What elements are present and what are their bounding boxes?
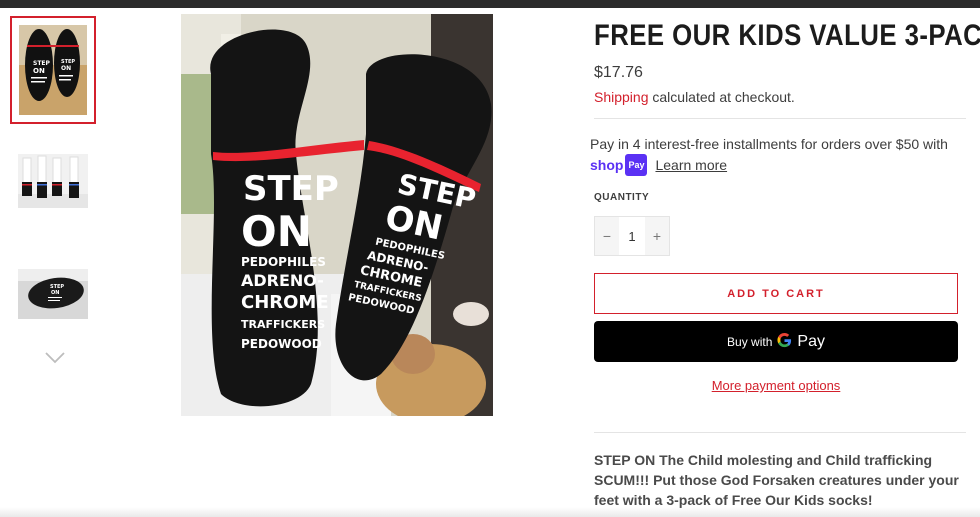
product-description: STEP ON The Child molesting and Child tr… (594, 452, 959, 508)
main-product-image[interactable]: STEP ON PEDOPHILES ADRENO- CHROME TRAFFI… (181, 14, 493, 416)
svg-text:ON: ON (33, 67, 45, 75)
quantity-increase-button[interactable]: + (645, 217, 669, 255)
more-payment-options-link[interactable]: More payment options (594, 378, 958, 393)
sock-print-line7: PEDOWOOD (241, 337, 322, 351)
bottom-edge (0, 507, 980, 517)
shop-pay-badge: Pay (625, 154, 648, 176)
quantity-decrease-button[interactable]: − (595, 217, 619, 255)
shop-pay-logo: shop Pay (590, 154, 648, 176)
divider (594, 118, 966, 119)
google-pay-button[interactable]: Buy with Pay (594, 321, 958, 362)
quantity-stepper: − + (594, 216, 670, 256)
shipping-note-text: calculated at checkout. (652, 89, 795, 105)
thumbnail-1-image: STEP ON STEP ON (19, 25, 87, 115)
sock-print-line2: ON (241, 207, 312, 256)
top-bar (0, 0, 980, 8)
quantity-label: QUANTITY (594, 192, 650, 203)
google-g-icon (777, 332, 792, 351)
sock-print-line4: ADRENO- (241, 271, 324, 290)
thumbnail-2[interactable] (18, 154, 88, 208)
product-title: FREE OUR KIDS VALUE 3-PACK (594, 19, 980, 52)
divider (594, 432, 966, 433)
sock-print-line3: PEDOPHILES (241, 255, 326, 269)
product-info: FREE OUR KIDS VALUE 3-PACK $17.76 Shippi… (594, 14, 980, 108)
chevron-down-icon[interactable] (43, 350, 67, 366)
svg-text:ON: ON (51, 290, 59, 296)
add-to-cart-button[interactable]: ADD TO CART (594, 273, 958, 314)
svg-text:ON: ON (61, 65, 71, 72)
thumbnail-3[interactable]: STEP ON (18, 269, 88, 319)
sock-print-line1: STEP (243, 169, 339, 209)
gpay-buy-label: Buy with (727, 334, 773, 349)
shipping-link[interactable]: Shipping (594, 89, 649, 105)
svg-text:STEP: STEP (33, 60, 51, 67)
quantity-input[interactable] (619, 217, 645, 255)
shop-pay-installments: Pay in 4 interest-free installments for … (590, 134, 966, 176)
thumbnail-3-image: STEP ON (18, 269, 88, 319)
shop-pay-word: shop (590, 157, 624, 173)
sock-print-line5: CHROME (241, 292, 329, 313)
product-price: $17.76 (594, 64, 643, 81)
thumbnail-2-image (18, 154, 88, 208)
thumbnail-1-selected[interactable]: STEP ON STEP ON (10, 16, 96, 124)
gpay-pay-label: Pay (797, 332, 825, 350)
installments-text: Pay in 4 interest-free installments for … (590, 136, 948, 152)
learn-more-link[interactable]: Learn more (655, 155, 727, 175)
sock-print-line6: TRAFFICKERS (241, 318, 325, 331)
shipping-note: Shipping calculated at checkout. (594, 86, 966, 108)
